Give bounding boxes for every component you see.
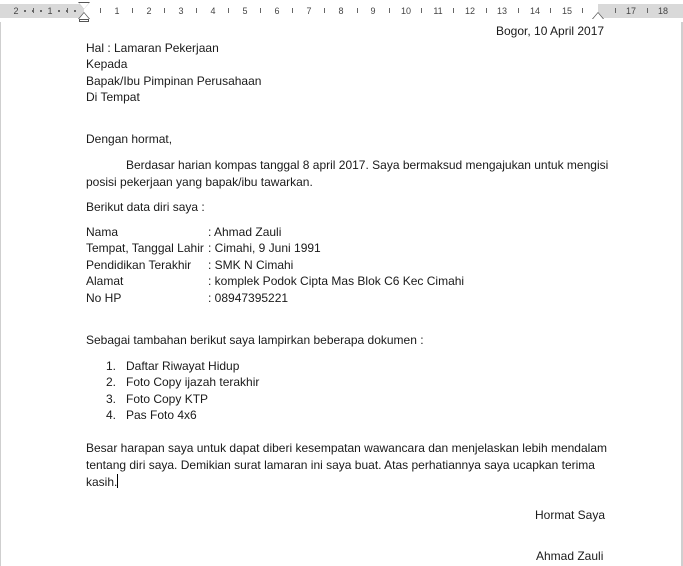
ruler-tick bbox=[453, 8, 454, 13]
field-value: : SMK N Cimahi bbox=[208, 258, 294, 272]
ruler-dot bbox=[74, 10, 76, 12]
ruler-label: 14 bbox=[529, 6, 541, 16]
ruler-label: 5 bbox=[242, 6, 248, 16]
ruler-label: 18 bbox=[657, 6, 669, 16]
field-label: Nama bbox=[86, 225, 119, 239]
list-item-number: 3. bbox=[106, 392, 117, 406]
attachments-intro: Sebagai tambahan berikut saya lampirkan … bbox=[86, 333, 424, 347]
ruler-tick bbox=[550, 8, 551, 13]
ruler-label: 6 bbox=[274, 6, 280, 16]
ruler-label: 3 bbox=[178, 6, 184, 16]
paragraph-line: Besar harapan saya untuk dapat diberi ke… bbox=[86, 441, 607, 455]
letter-subject: Hal : Lamaran Pekerjaan bbox=[86, 41, 219, 55]
ruler-tick bbox=[196, 8, 197, 13]
ruler-label: 13 bbox=[496, 6, 508, 16]
field-label: Pendidikan Terakhir bbox=[86, 258, 192, 272]
ruler-tick bbox=[228, 8, 229, 13]
greeting: Dengan hormat, bbox=[86, 132, 173, 146]
ruler-tick bbox=[647, 8, 648, 13]
field-value: : Ahmad Zauli bbox=[208, 225, 282, 239]
ruler-dot bbox=[58, 10, 60, 12]
list-item: Foto Copy KTP bbox=[126, 392, 209, 406]
right-indent-fill bbox=[593, 13, 603, 19]
paragraph-text: kasih. bbox=[86, 475, 118, 489]
field-label: Tempat, Tanggal Lahir bbox=[86, 241, 204, 255]
ruler-right-margin bbox=[598, 4, 683, 18]
list-item: Daftar Riwayat Hidup bbox=[126, 359, 240, 373]
letter-date: Bogor, 10 April 2017 bbox=[496, 24, 605, 38]
ruler-tick bbox=[260, 8, 261, 13]
field-value: : komplek Podok Cipta Mas Blok C6 Kec Ci… bbox=[208, 274, 465, 288]
data-intro: Berikut data diri saya : bbox=[86, 200, 205, 214]
ruler-tick bbox=[100, 8, 101, 13]
ruler-tick bbox=[389, 8, 390, 13]
ruler-tick bbox=[292, 8, 293, 13]
recipient-line: Bapak/Ibu Pimpinan Perusahaan bbox=[86, 74, 262, 88]
text-cursor bbox=[117, 474, 119, 488]
ruler-tick bbox=[615, 8, 616, 13]
horizontal-ruler[interactable]: 2 1 1 2 3 4 5 6 7 8 9 10 11 12 13 14 15 … bbox=[0, 0, 683, 23]
ruler-label: 11 bbox=[433, 6, 443, 16]
ruler-tick bbox=[33, 8, 34, 13]
ruler-label: 12 bbox=[464, 6, 476, 16]
paragraph-line: posisi pekerjaan yang bapak/ibu tawarkan… bbox=[86, 175, 313, 189]
ruler-label: 4 bbox=[210, 6, 216, 16]
ruler-label: 15 bbox=[561, 6, 573, 16]
field-value: : Cimahi, 9 Juni 1991 bbox=[208, 241, 321, 255]
list-item-number: 4. bbox=[106, 408, 117, 422]
paragraph-line: tentang diri saya. Demikian surat lamara… bbox=[86, 458, 595, 472]
ruler-tick bbox=[132, 8, 133, 13]
ruler-label: 2 bbox=[13, 6, 19, 16]
ruler-label: 10 bbox=[400, 6, 412, 16]
list-item-number: 2. bbox=[106, 375, 117, 389]
ruler-label: 1 bbox=[114, 6, 120, 16]
ruler-label: 17 bbox=[625, 6, 637, 16]
list-item: Foto Copy ijazah terakhir bbox=[126, 375, 260, 389]
ruler-dot bbox=[40, 10, 42, 12]
field-label: No HP bbox=[86, 291, 122, 305]
closing-regards: Hormat Saya bbox=[535, 508, 606, 522]
ruler-label: 8 bbox=[338, 6, 344, 16]
ruler-tick bbox=[67, 8, 68, 13]
ruler-label: 2 bbox=[146, 6, 152, 16]
ruler-tick bbox=[324, 8, 325, 13]
ruler-tick bbox=[582, 8, 583, 13]
ruler-tick bbox=[164, 8, 165, 13]
list-item-number: 1. bbox=[106, 359, 117, 373]
ruler-tick bbox=[518, 8, 519, 13]
recipient-line: Di Tempat bbox=[86, 90, 140, 104]
list-item: Pas Foto 4x6 bbox=[126, 408, 197, 422]
signature-name: Ahmad Zauli bbox=[536, 549, 604, 563]
ruler-tick bbox=[486, 8, 487, 13]
ruler-dot bbox=[24, 10, 26, 12]
ruler-tick bbox=[357, 8, 358, 13]
ruler-label: 9 bbox=[370, 6, 376, 16]
ruler-tick bbox=[421, 8, 422, 13]
ruler-label: 7 bbox=[306, 6, 312, 16]
recipient-line: Kepada bbox=[86, 57, 128, 71]
ruler-label: 1 bbox=[47, 6, 53, 16]
paragraph-line-last[interactable]: kasih. bbox=[86, 474, 119, 490]
paragraph-line: Berdasar harian kompas tanggal 8 april 2… bbox=[126, 158, 609, 172]
field-label: Alamat bbox=[86, 274, 124, 288]
first-line-indent-fill bbox=[79, 3, 89, 9]
field-value: : 08947395221 bbox=[208, 291, 289, 305]
page-edge bbox=[0, 22, 1, 566]
